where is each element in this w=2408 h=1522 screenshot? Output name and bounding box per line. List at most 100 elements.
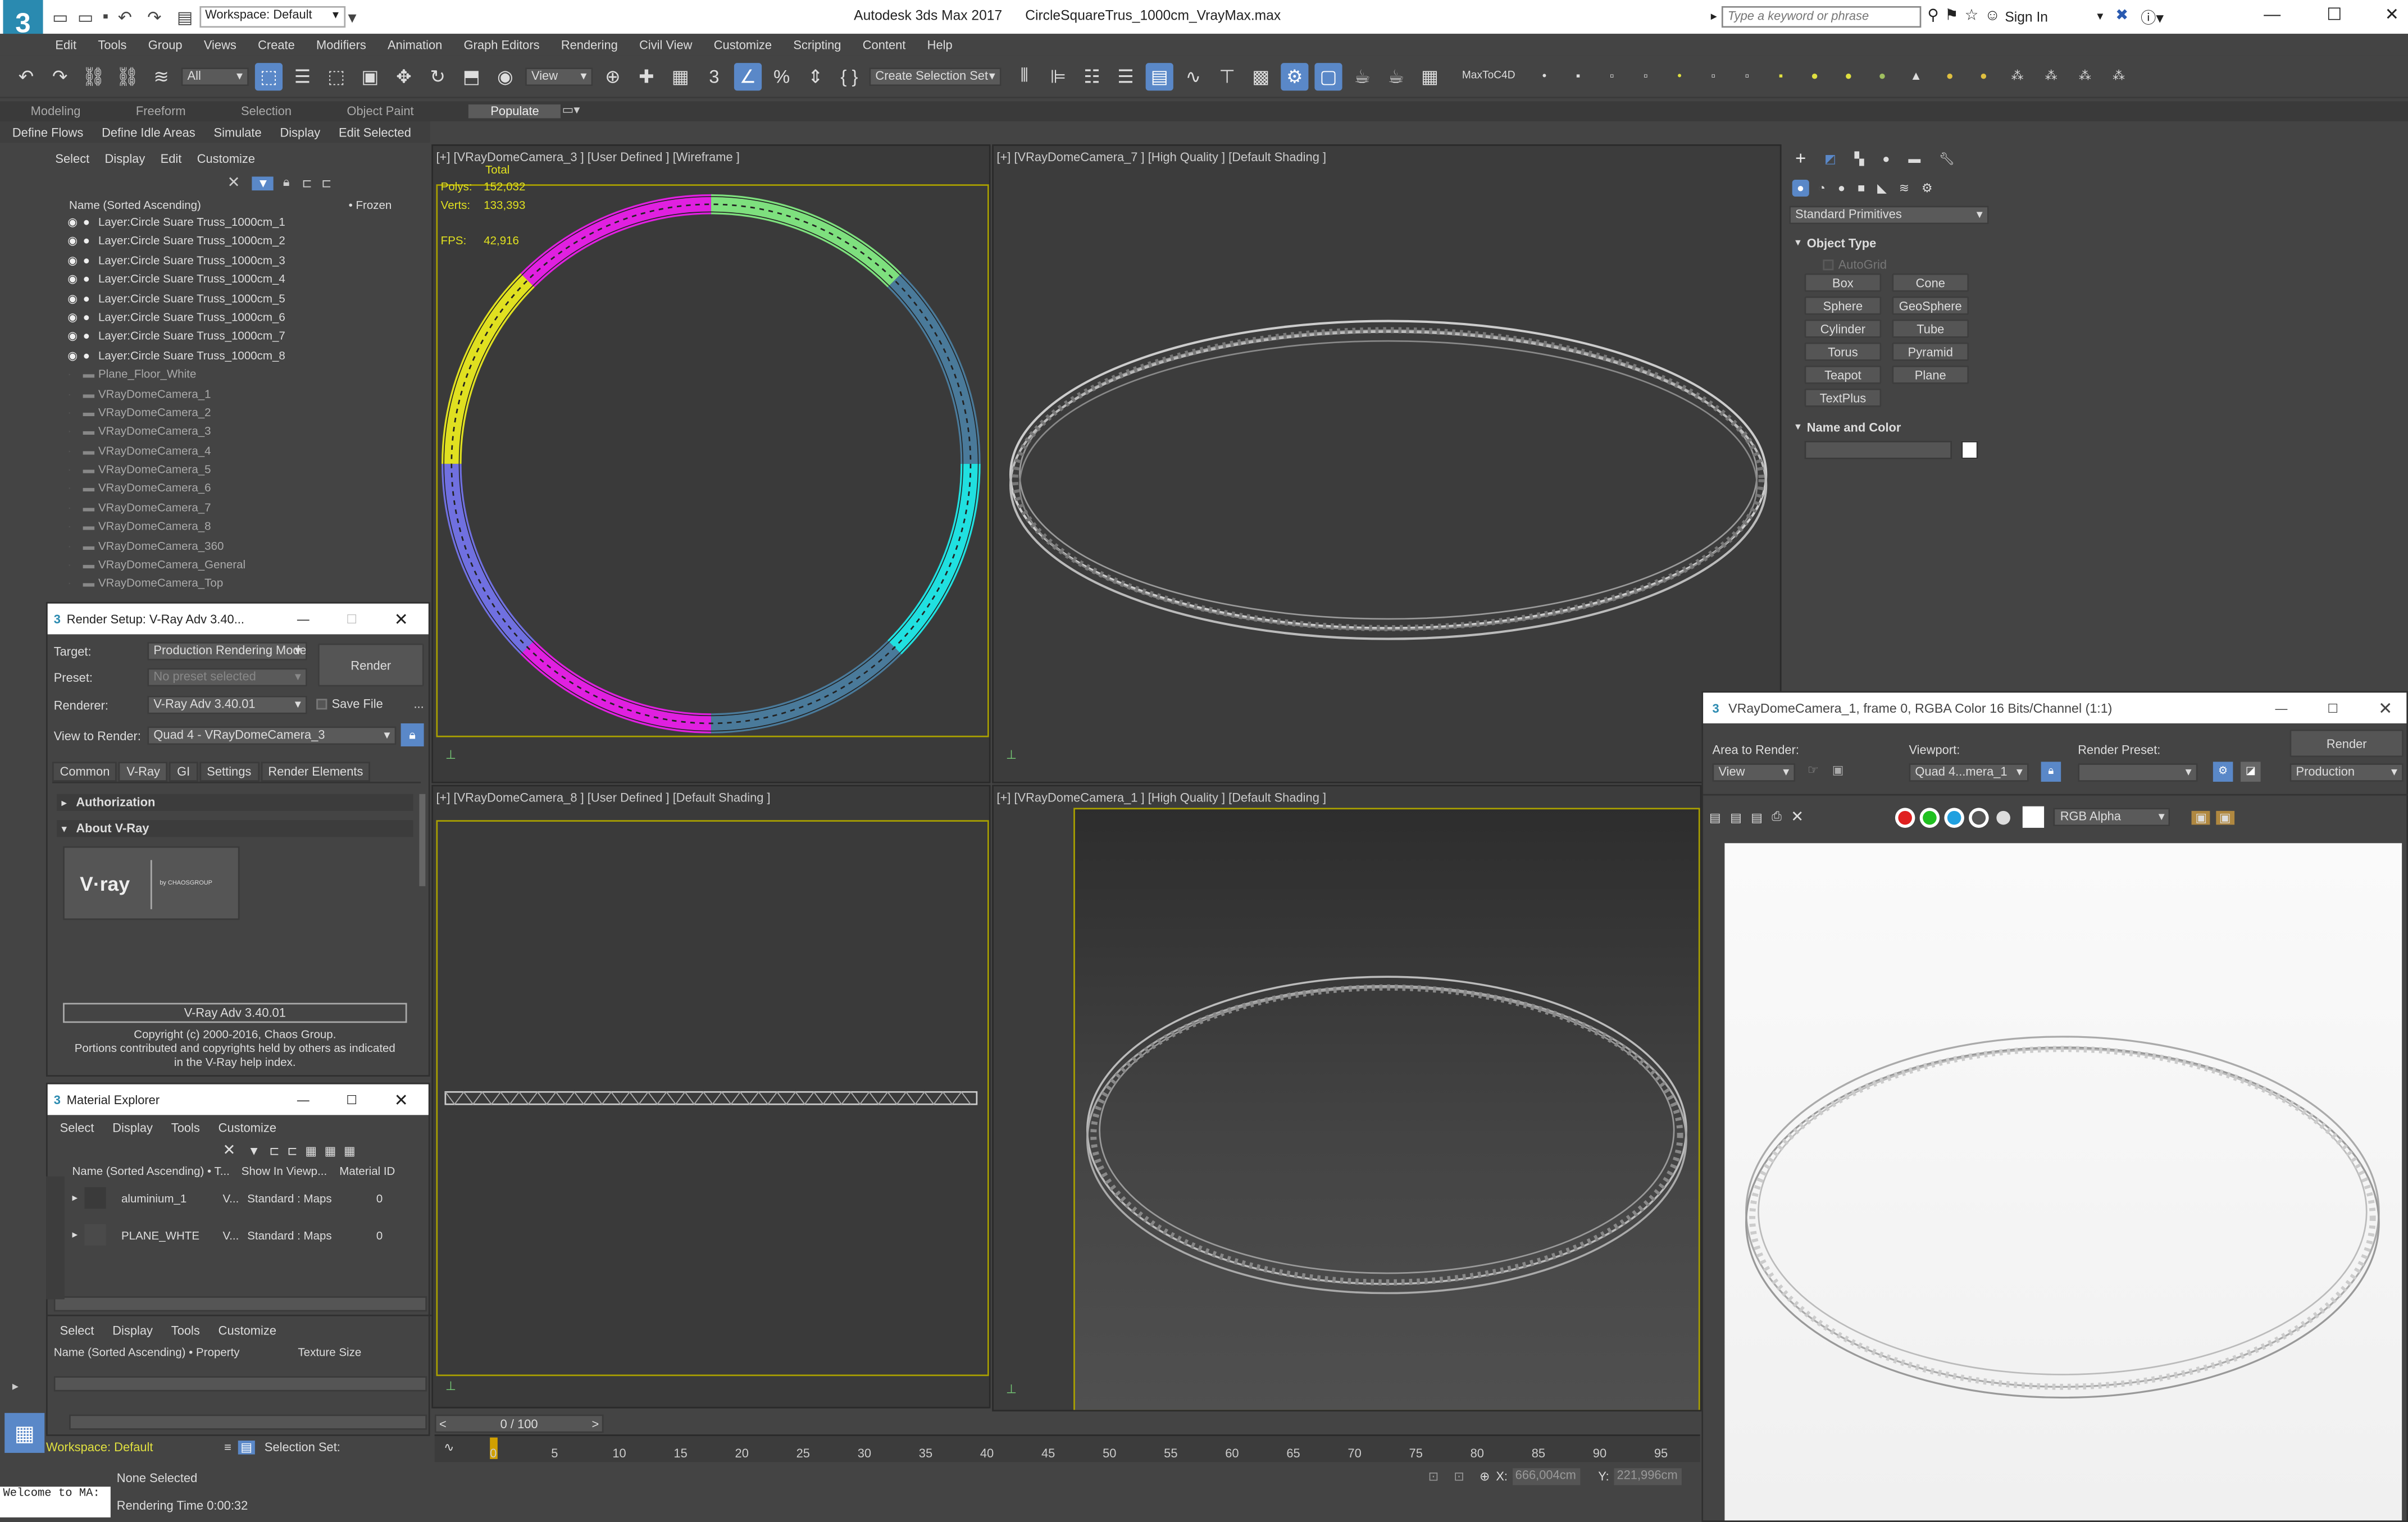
select-by-name-icon[interactable]: ☰ (289, 62, 316, 90)
authorization-expand-icon[interactable]: ▸ (61, 796, 67, 809)
primitive-cylinder-button[interactable]: Cylinder (1804, 319, 1882, 338)
plugin-tool-1-icon[interactable]: • (1531, 62, 1558, 90)
visibility-eye-icon[interactable]: ◉ (67, 233, 83, 252)
channel-dropdown[interactable]: RGB Alpha (2054, 808, 2171, 827)
layer-explorer-icon[interactable]: ☰ (1112, 62, 1139, 90)
ribbon-tab-modeling[interactable]: Modeling (31, 104, 81, 119)
workspace-menu-icon[interactable]: ▾ (348, 7, 356, 27)
keyboard-shortcut-icon[interactable]: ▦ (667, 62, 694, 90)
isolate-icon[interactable]: ⊡ (1428, 1470, 1439, 1484)
lock-viewport-icon[interactable]: 🔒︎ (2041, 762, 2061, 782)
view-to-render-dropdown[interactable]: Quad 4 - VRayDomeCamera_3 (147, 726, 397, 745)
viewport-layout-button[interactable]: ▦ (4, 1412, 45, 1453)
scene-row[interactable]: · ▬ VRayDomeCamera_7 (67, 499, 430, 518)
visibility-eye-icon[interactable]: · (67, 556, 83, 575)
authorization-rollout[interactable]: Authorization (76, 796, 155, 810)
clear-image-icon[interactable]: ✕ (1791, 809, 1804, 826)
visibility-eye-icon[interactable]: ◉ (67, 271, 83, 290)
menu-scripting[interactable]: Scripting (793, 38, 841, 52)
new-file-icon[interactable]: ▭ (52, 7, 68, 27)
vray-camera-icon[interactable]: ● (1936, 62, 1964, 90)
frozen-column-header[interactable]: • Frozen (349, 198, 392, 212)
render-button[interactable]: Render (317, 643, 424, 687)
edit-named-selection-icon[interactable]: { } (835, 62, 863, 90)
menu-create[interactable]: Create (258, 38, 295, 52)
space-warps-icon[interactable]: ≋ (1899, 180, 1909, 194)
maxscript-listener[interactable]: Welcome to MA: (0, 1487, 111, 1518)
visibility-eye-icon[interactable]: ◉ (67, 252, 83, 271)
primitive-tube-button[interactable]: Tube (1892, 319, 1969, 338)
save-file-checkbox[interactable] (316, 699, 327, 710)
sign-in-dropdown-icon[interactable]: ▾ (2097, 9, 2103, 23)
autogrid-checkbox[interactable] (1823, 258, 1834, 270)
scene-row[interactable]: ◉ ● Layer:Circle Suare Truss_1000cm_3 (67, 252, 430, 271)
primitive-teapot-button[interactable]: Teapot (1804, 365, 1882, 384)
plugin-tool-4-icon[interactable]: ▫ (1632, 62, 1659, 90)
pivot-center-icon[interactable]: ⊕ (599, 62, 626, 90)
align-icon[interactable]: ⊫ (1044, 62, 1072, 90)
material-menu-tools[interactable]: Tools (171, 1120, 200, 1134)
populate-define-idle-areas[interactable]: Define Idle Areas (102, 125, 195, 139)
next-frame-icon[interactable]: > (592, 1417, 599, 1431)
map-icon[interactable]: ▦ (325, 1143, 336, 1158)
scene-menu-customize[interactable]: Customize (197, 151, 255, 165)
named-selection-dropdown[interactable]: Create Selection Set (869, 66, 1002, 85)
visibility-eye-icon[interactable]: · (67, 366, 83, 385)
object-color-swatch[interactable] (1961, 440, 1978, 459)
scene-row[interactable]: · ▬ VRayDomeCamera_Top (67, 575, 430, 594)
sign-in-button[interactable]: Sign In (2005, 8, 2097, 24)
geometry-icon[interactable]: ● (1792, 179, 1809, 196)
scene-row[interactable]: ◉ ● Layer:Circle Suare Truss_1000cm_1 (67, 213, 430, 233)
workspace-status-label[interactable]: Workspace: Default (46, 1440, 224, 1454)
scene-row[interactable]: ◉ ● Layer:Circle Suare Truss_1000cm_7 (67, 327, 430, 347)
display-icon[interactable]: ▦ (344, 1143, 356, 1158)
render-preset-dropdown[interactable] (2078, 763, 2198, 782)
scene-row[interactable]: · ▬ VRayDomeCamera_General (67, 556, 430, 575)
time-slider[interactable]: < 0 / 100 > (434, 1414, 604, 1433)
vfb-minimize[interactable]: — (2275, 701, 2287, 715)
scene-row[interactable]: · ▬ Plane_Floor_White (67, 366, 430, 385)
target-dropdown[interactable]: Production Rendering Mode (147, 642, 307, 660)
material-row[interactable]: ▸ PLANE_WHTE V... Standard : Maps 0 (72, 1216, 429, 1254)
favorites-icon[interactable]: ☆ (1965, 8, 1979, 25)
ribbon-tab-object-paint[interactable]: Object Paint (347, 104, 413, 119)
layers-icon[interactable]: ≡ (224, 1440, 231, 1454)
about-vray-rollout[interactable]: About V-Ray (76, 822, 149, 836)
menu-edit[interactable]: Edit (55, 38, 76, 52)
horizontal-scrollbar-3[interactable] (69, 1414, 427, 1430)
menu-animation[interactable]: Animation (388, 38, 442, 52)
render-tab-v-ray[interactable]: V-Ray (119, 760, 168, 781)
hierarchy-icon[interactable]: ⊏ (302, 176, 312, 190)
menu-content[interactable]: Content (863, 38, 906, 52)
material-explorer-minimize[interactable]: — (297, 1093, 309, 1107)
material-menu2-select[interactable]: Select (60, 1323, 94, 1337)
close-button[interactable]: ✕ (2385, 4, 2399, 25)
render-setup-maximize[interactable]: ☐ (346, 612, 357, 626)
menu-customize[interactable]: Customize (714, 38, 772, 52)
vray-plane-icon[interactable]: ⁂ (2071, 62, 2099, 90)
binoculars-icon[interactable]: ⚲ (1927, 8, 1938, 25)
render-iterative-icon[interactable]: ☕ (1382, 62, 1410, 90)
blue-channel-toggle[interactable] (1945, 807, 1965, 827)
systems-icon[interactable]: ⚙ (1922, 180, 1933, 194)
project-icon[interactable]: ▤ (177, 7, 193, 27)
cameras-icon[interactable]: ■ (1858, 180, 1865, 194)
production-dropdown[interactable]: Production (2289, 763, 2404, 782)
vfb-render-button[interactable]: Render (2289, 729, 2404, 758)
vray-ies-icon[interactable]: ● (1868, 62, 1896, 90)
bind-space-warp-icon[interactable]: ≋ (147, 62, 175, 90)
object-type-rollout[interactable]: Object Type (1807, 236, 1877, 250)
vray-dome-icon[interactable]: ● (1835, 62, 1862, 90)
preset-dropdown[interactable]: No preset selected (147, 668, 307, 687)
sort-icon[interactable]: ⊏ (287, 1143, 297, 1158)
scene-row[interactable]: ◉ ● Layer:Circle Suare Truss_1000cm_6 (67, 309, 430, 328)
scene-row[interactable]: · ▬ VRayDomeCamera_3 (67, 423, 430, 442)
expand-icon[interactable]: ▸ (72, 1229, 85, 1241)
primitive-geosphere-button[interactable]: GeoSphere (1892, 296, 1969, 315)
render-last-icon[interactable]: ▣ (2192, 810, 2210, 824)
primitive-pyramid-button[interactable]: Pyramid (1892, 342, 1969, 361)
render-in-cloud-icon[interactable]: ▦ (1416, 62, 1444, 90)
material-menu-display[interactable]: Display (112, 1120, 153, 1134)
scene-row[interactable]: ◉ ● Layer:Circle Suare Truss_1000cm_4 (67, 271, 430, 290)
utilities-tab-icon[interactable]: 🔧︎ (1939, 151, 1955, 165)
